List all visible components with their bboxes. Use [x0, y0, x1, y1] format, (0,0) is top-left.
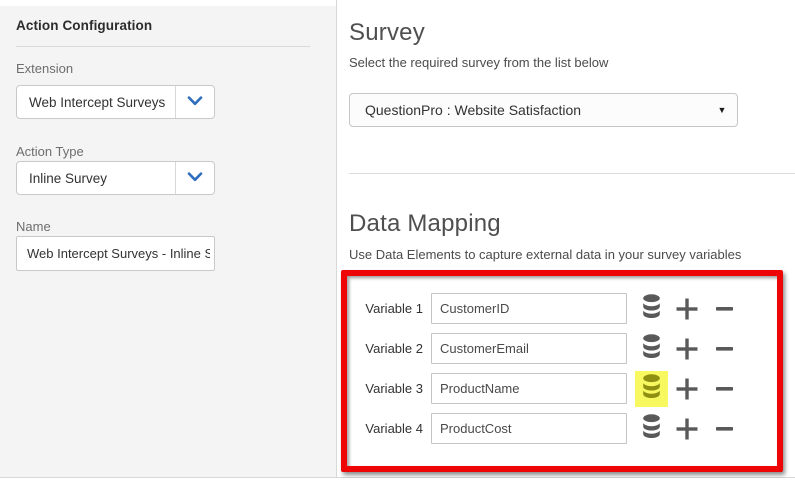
extension-dropdown-value: Web Intercept Surveys — [17, 86, 175, 118]
plus-icon — [676, 418, 698, 440]
survey-select[interactable]: QuestionPro : Website Satisfaction ▼ — [349, 93, 738, 127]
database-icon — [642, 374, 661, 404]
action-type-dropdown[interactable]: Inline Survey — [16, 161, 215, 195]
name-input[interactable] — [27, 237, 210, 270]
data-element-picker-button[interactable] — [635, 371, 668, 407]
data-mapping-heading: Data Mapping — [349, 210, 501, 238]
add-variable-button[interactable] — [676, 378, 698, 400]
variable-row-4: Variable 4 — [359, 413, 777, 444]
extension-dropdown[interactable]: Web Intercept Surveys — [16, 85, 215, 119]
name-label: Name — [16, 219, 51, 234]
minus-icon — [716, 307, 733, 311]
action-type-dropdown-button[interactable] — [175, 162, 214, 194]
remove-variable-button[interactable] — [716, 298, 733, 320]
bottom-divider — [0, 477, 795, 478]
plus-icon — [676, 378, 698, 400]
panel-title: Action Configuration — [16, 18, 152, 33]
remove-variable-button[interactable] — [716, 338, 733, 360]
database-icon — [642, 294, 661, 324]
plus-icon — [676, 298, 698, 320]
plus-icon — [676, 338, 698, 360]
chevron-down-icon — [187, 93, 203, 111]
survey-select-value: QuestionPro : Website Satisfaction — [350, 102, 707, 118]
add-variable-button[interactable] — [676, 298, 698, 320]
panel-separator — [336, 0, 337, 477]
data-element-picker-button[interactable] — [635, 291, 668, 327]
variable-row-1: Variable 1 — [359, 293, 777, 324]
remove-variable-button[interactable] — [716, 378, 733, 400]
caret-down-icon: ▼ — [707, 106, 737, 115]
variable-label: Variable 1 — [359, 301, 423, 316]
chevron-down-icon — [187, 169, 203, 187]
extension-label: Extension — [16, 61, 73, 76]
variable-label: Variable 4 — [359, 421, 423, 436]
minus-icon — [716, 427, 733, 431]
action-type-dropdown-value: Inline Survey — [17, 162, 175, 194]
survey-subtitle: Select the required survey from the list… — [349, 55, 608, 70]
action-type-label: Action Type — [16, 144, 84, 159]
minus-icon — [716, 387, 733, 391]
variable-label: Variable 3 — [359, 381, 423, 396]
data-element-picker-button[interactable] — [635, 411, 668, 447]
variable-row-3: Variable 3 — [359, 373, 777, 404]
add-variable-button[interactable] — [676, 338, 698, 360]
add-variable-button[interactable] — [676, 418, 698, 440]
variable-value-input[interactable] — [431, 293, 627, 324]
database-icon — [642, 334, 661, 364]
minus-icon — [716, 347, 733, 351]
remove-variable-button[interactable] — [716, 418, 733, 440]
variable-value-input[interactable] — [431, 333, 627, 364]
variable-value-input[interactable] — [431, 373, 627, 404]
variable-value-input[interactable] — [431, 413, 627, 444]
name-field-wrap — [16, 236, 215, 271]
extension-dropdown-button[interactable] — [175, 86, 214, 118]
data-mapping-subtitle: Use Data Elements to capture external da… — [349, 247, 741, 262]
data-element-picker-button[interactable] — [635, 331, 668, 367]
variable-row-2: Variable 2 — [359, 333, 777, 364]
survey-heading: Survey — [349, 19, 425, 47]
title-divider — [16, 46, 310, 47]
data-mapping-highlight-box: Variable 1 Variable 2 Variable 3 — [341, 270, 783, 472]
database-icon — [642, 414, 661, 444]
section-divider — [349, 173, 795, 174]
variable-label: Variable 2 — [359, 341, 423, 356]
